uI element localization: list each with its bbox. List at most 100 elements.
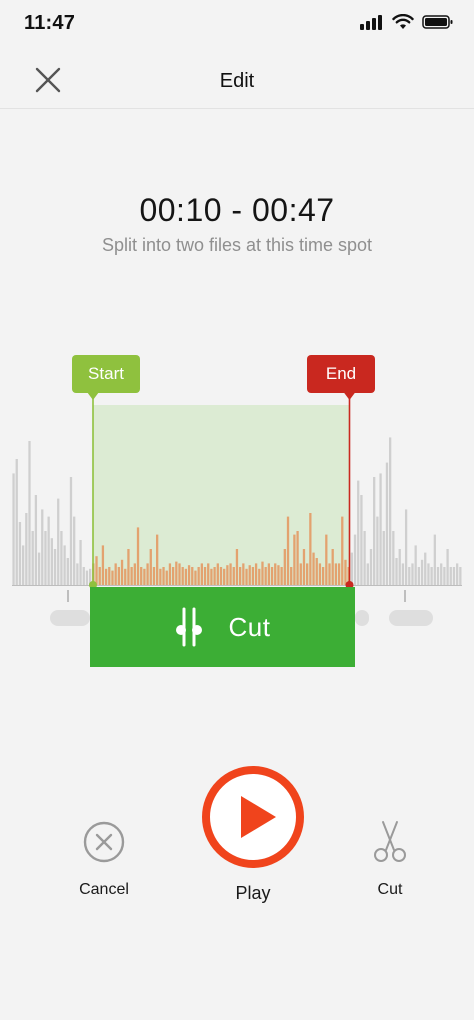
waveform-bar xyxy=(385,462,389,585)
waveform-bar xyxy=(66,558,69,585)
waveform-bar xyxy=(433,534,436,585)
waveform-bar xyxy=(53,549,57,585)
waveform-bar xyxy=(76,563,79,585)
waveform-bar xyxy=(41,509,44,585)
waveform-editor[interactable]: Start End Cut xyxy=(0,340,474,680)
waveform-bar xyxy=(363,531,366,585)
waveform-bar xyxy=(127,549,130,585)
right-far-pill[interactable] xyxy=(389,610,433,626)
waveform-bar xyxy=(200,563,203,585)
waveform-bar xyxy=(117,567,121,585)
play-label: Play xyxy=(235,883,271,903)
waveform-bar xyxy=(388,437,392,585)
start-marker[interactable]: Start xyxy=(72,355,140,393)
waveform-bar xyxy=(341,516,344,585)
waveform-bar xyxy=(382,531,385,585)
waveform-bar xyxy=(162,567,165,585)
waveform-bar xyxy=(101,545,105,585)
end-pointer xyxy=(343,392,356,400)
cancel-label: Cancel xyxy=(79,881,129,898)
start-pointer xyxy=(87,392,99,400)
play-button[interactable]: Play xyxy=(200,764,306,904)
waveform-bar xyxy=(430,567,433,585)
waveform-bar xyxy=(459,567,462,585)
waveform-bar xyxy=(85,570,89,585)
waveform-bar xyxy=(130,567,133,585)
waveform-bar xyxy=(146,563,149,585)
waveform-bar xyxy=(248,565,251,585)
end-marker[interactable]: End xyxy=(307,355,375,393)
waveform-bar xyxy=(293,534,296,585)
waveform-bar xyxy=(440,563,443,585)
waveform-bar xyxy=(417,567,421,585)
waveform-bar xyxy=(360,495,363,585)
waveform-bar xyxy=(98,567,101,585)
waveform-bar xyxy=(414,545,417,585)
waveform-bar xyxy=(334,563,338,585)
waveform-bar xyxy=(328,563,331,585)
waveform-bar xyxy=(191,567,194,585)
right-scroll-pill[interactable] xyxy=(355,610,369,626)
waveform-bar xyxy=(15,459,18,585)
waveform-bar xyxy=(331,549,334,585)
wifi-icon xyxy=(392,14,414,29)
waveform-bar xyxy=(25,513,28,585)
waveform-bar xyxy=(446,549,449,585)
waveform-bar xyxy=(143,568,146,585)
status-icons xyxy=(360,14,454,30)
waveform-bar xyxy=(277,565,280,585)
waveform-bar xyxy=(392,531,395,585)
waveform-bar xyxy=(427,563,430,585)
waveform-bar xyxy=(238,567,242,585)
waveform-bar xyxy=(140,567,143,585)
waveform-bar xyxy=(306,563,309,585)
cancel-button[interactable]: Cancel xyxy=(64,820,144,899)
status-time: 11:47 xyxy=(24,12,76,34)
waveform-bar xyxy=(95,556,98,585)
waveform-bar xyxy=(312,552,315,585)
battery-icon xyxy=(422,15,453,29)
waveform-bar xyxy=(120,559,124,585)
left-scroll-pill[interactable] xyxy=(50,610,90,626)
end-marker-label: End xyxy=(325,364,357,383)
cut-split-button[interactable]: Cut xyxy=(90,587,355,667)
waveform-bar xyxy=(296,531,299,585)
waveform-bar xyxy=(350,552,353,585)
waveform-bar xyxy=(50,538,53,585)
waveform-bar xyxy=(290,567,293,585)
waveform-bar xyxy=(216,563,219,585)
waveform-bar xyxy=(251,567,255,585)
scissors-icon xyxy=(374,821,406,862)
waveform-bar xyxy=(258,568,261,585)
waveform-bar xyxy=(376,516,379,585)
waveform-bar xyxy=(203,567,207,585)
waveform-bar xyxy=(280,567,283,585)
waveform-bar xyxy=(57,498,60,585)
time-hint: Split into two files at this time spot xyxy=(101,235,373,255)
waveform-bar xyxy=(404,509,408,585)
waveform-bar xyxy=(449,567,452,585)
waveform-bar xyxy=(219,567,223,585)
waveform-bar xyxy=(149,549,152,585)
start-marker-label: Start xyxy=(88,364,124,383)
waveform-bar xyxy=(175,561,178,585)
play-icon xyxy=(202,766,304,868)
waveform-bar xyxy=(152,567,156,585)
waveform-bar xyxy=(401,563,405,585)
cut-button[interactable]: Cut xyxy=(350,820,430,899)
waveform-bar xyxy=(156,534,159,585)
waveform-bar xyxy=(325,534,328,585)
waveform-bar xyxy=(315,558,318,585)
waveform-bar xyxy=(267,563,271,585)
waveform-bar xyxy=(229,563,232,585)
cut-label: Cut xyxy=(377,881,403,898)
waveform-bar xyxy=(261,561,264,585)
waveform-bar xyxy=(443,567,446,585)
waveform-bar xyxy=(369,549,373,585)
waveform-bar xyxy=(408,567,411,585)
waveform-bar xyxy=(197,567,200,585)
waveform-bar xyxy=(124,568,127,585)
waveform-bar xyxy=(34,495,38,585)
waveform-bar xyxy=(411,563,414,585)
edit-screen: 11:47 Edit 00:10 - 00:47 Split into two … xyxy=(0,0,474,1020)
